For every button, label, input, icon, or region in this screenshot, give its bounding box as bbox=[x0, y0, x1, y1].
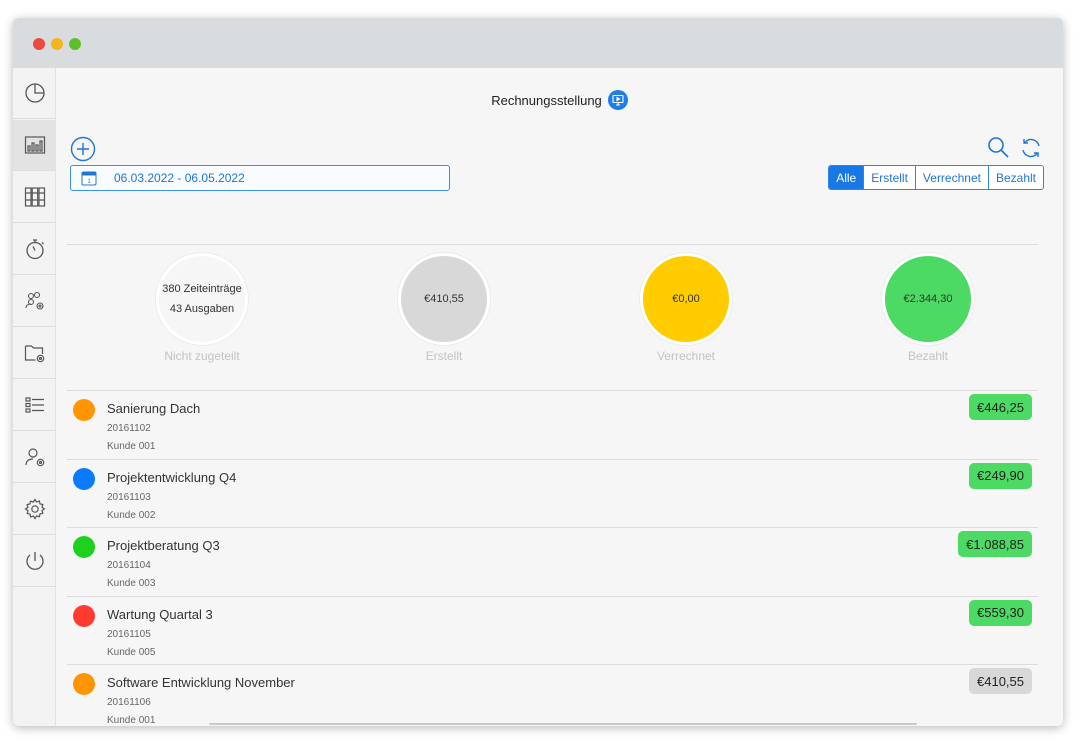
status-dot bbox=[73, 399, 95, 421]
stat-billed[interactable]: €0,00 Verrechnet bbox=[638, 253, 734, 363]
sidebar-item-lists[interactable] bbox=[13, 380, 56, 431]
sidebar-item-dashboard[interactable] bbox=[13, 68, 56, 119]
stat-value: €2.344,30 bbox=[903, 293, 953, 305]
stat-circle: €2.344,30 bbox=[882, 253, 974, 345]
filter-paid-button[interactable]: Bezahlt bbox=[987, 166, 1043, 189]
amount-badge: €1.088,85 bbox=[958, 531, 1032, 557]
list-item[interactable]: Projektberatung Q3 20161104 Kunde 003 €1… bbox=[67, 528, 1038, 597]
stat-label: Nicht zugeteilt bbox=[164, 349, 240, 363]
client-name: Kunde 001 bbox=[107, 441, 156, 452]
list-item[interactable]: Sanierung Dach 20161102 Kunde 001 €446,2… bbox=[67, 391, 1038, 460]
divider bbox=[67, 244, 1038, 245]
amount-badge: €410,55 bbox=[969, 668, 1032, 694]
stat-value: €0,00 bbox=[672, 293, 700, 305]
sidebar-item-users[interactable] bbox=[13, 432, 56, 483]
gear-icon bbox=[23, 498, 45, 520]
client-name: Kunde 003 bbox=[107, 578, 156, 589]
invoice-number: 20161102 bbox=[107, 423, 151, 434]
amount-badge: €559,30 bbox=[969, 599, 1032, 626]
monitor-icon[interactable] bbox=[607, 90, 628, 110]
stopwatch-icon bbox=[25, 239, 44, 260]
invoice-title: Software Entwicklung November bbox=[107, 675, 295, 690]
minimize-window-button[interactable] bbox=[51, 38, 63, 50]
time-entries-count: 380 Zeiteinträge bbox=[162, 283, 242, 295]
horizontal-scrollbar[interactable] bbox=[209, 723, 917, 725]
filter-billed-button[interactable]: Verrechnet bbox=[914, 166, 988, 189]
list-item[interactable]: Wartung Quartal 3 20161105 Kunde 005 €55… bbox=[67, 597, 1038, 665]
invoice-title: Projektberatung Q3 bbox=[107, 538, 220, 553]
invoice-title: Wartung Quartal 3 bbox=[107, 606, 213, 622]
amount-badge: €446,25 bbox=[969, 394, 1032, 420]
expenses-count: 43 Ausgaben bbox=[169, 303, 235, 315]
sidebar bbox=[13, 68, 56, 726]
bar-chart-icon bbox=[24, 136, 45, 154]
invoice-list: Sanierung Dach 20161102 Kunde 001 €446,2… bbox=[67, 391, 1038, 726]
amount-badge: €249,90 bbox=[969, 462, 1032, 489]
invoice-number: 20161105 bbox=[107, 628, 151, 640]
sidebar-item-folders[interactable] bbox=[13, 328, 56, 379]
page-title: Rechnungsstellung bbox=[491, 92, 602, 108]
sidebar-item-settings[interactable] bbox=[13, 484, 56, 535]
stat-unassigned[interactable]: 380 Zeiteinträge 43 Ausgaben Nicht zuget… bbox=[154, 253, 250, 363]
status-dot bbox=[73, 467, 95, 490]
stat-circle: 380 Zeiteinträge 43 Ausgaben bbox=[156, 253, 248, 345]
status-dot bbox=[73, 604, 95, 627]
invoice-title: Sanierung Dach bbox=[107, 401, 201, 416]
stat-paid[interactable]: €2.344,30 Bezahlt bbox=[880, 253, 976, 363]
team-settings-icon bbox=[24, 291, 44, 310]
filter-created-button[interactable]: Erstellt bbox=[863, 166, 915, 189]
pie-chart-icon bbox=[24, 83, 45, 103]
filter-all-button[interactable]: Alle bbox=[829, 166, 864, 189]
sidebar-item-projects[interactable] bbox=[13, 172, 56, 223]
list-icon bbox=[24, 397, 44, 413]
calendar-icon: 1 bbox=[81, 171, 97, 186]
close-window-button[interactable] bbox=[33, 38, 45, 50]
header: Rechnungsstellung bbox=[56, 90, 1063, 110]
stat-label: Verrechnet bbox=[656, 349, 716, 363]
invoice-title: Projektentwicklung Q4 bbox=[107, 469, 237, 485]
client-name: Kunde 005 bbox=[107, 646, 156, 658]
date-range-field[interactable]: 1 06.03.2022 - 06.05.2022 bbox=[70, 165, 450, 191]
zoom-window-button[interactable] bbox=[69, 38, 81, 50]
list-item[interactable]: Projektentwicklung Q4 20161103 Kunde 002… bbox=[67, 460, 1038, 528]
invoice-number: 20161104 bbox=[107, 560, 151, 571]
binders-icon bbox=[24, 187, 45, 207]
title-bar bbox=[13, 18, 1063, 68]
main-content: Rechnungsstellung 1 06.03.2022 - 06.05.2… bbox=[56, 68, 1063, 726]
status-dot bbox=[73, 536, 95, 558]
status-dot bbox=[73, 673, 95, 695]
sidebar-item-team[interactable] bbox=[13, 276, 56, 327]
search-icon[interactable] bbox=[986, 135, 1010, 159]
client-name: Kunde 002 bbox=[107, 509, 156, 521]
stat-label: Erstellt bbox=[425, 349, 463, 363]
stat-value: €410,55 bbox=[424, 293, 464, 305]
folder-settings-icon bbox=[24, 345, 44, 363]
refresh-icon[interactable] bbox=[1019, 136, 1043, 160]
stat-label: Bezahlt bbox=[907, 349, 949, 363]
list-item[interactable]: Software Entwicklung November 20161106 K… bbox=[67, 665, 1038, 726]
stat-circle: €0,00 bbox=[640, 253, 732, 345]
user-settings-icon bbox=[24, 448, 44, 467]
power-icon bbox=[25, 552, 44, 570]
client-name: Kunde 001 bbox=[107, 715, 156, 726]
sidebar-item-time-tracking[interactable] bbox=[13, 224, 56, 275]
app-window: Rechnungsstellung 1 06.03.2022 - 06.05.2… bbox=[13, 18, 1063, 726]
date-range-value: 06.03.2022 - 06.05.2022 bbox=[114, 171, 245, 185]
sidebar-item-logout[interactable] bbox=[13, 536, 56, 587]
sidebar-item-reports[interactable] bbox=[13, 120, 56, 171]
status-filter: Alle Erstellt Verrechnet Bezahlt bbox=[828, 165, 1044, 190]
stat-circle: €410,55 bbox=[398, 253, 490, 345]
stat-created[interactable]: €410,55 Erstellt bbox=[396, 253, 492, 363]
add-icon[interactable] bbox=[70, 136, 96, 162]
invoice-number: 20161103 bbox=[107, 491, 151, 503]
invoice-number: 20161106 bbox=[107, 697, 151, 708]
